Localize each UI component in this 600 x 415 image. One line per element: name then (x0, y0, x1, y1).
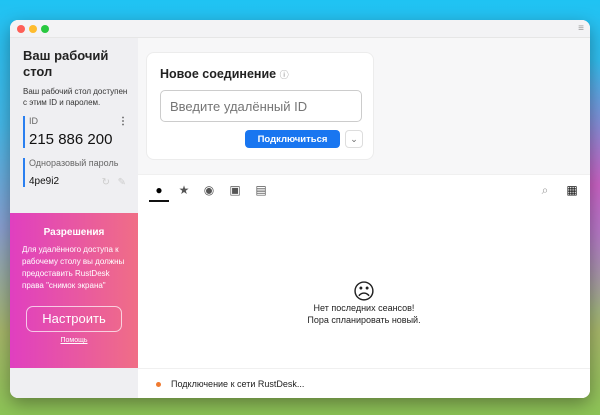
title-bar: ≡ (10, 20, 590, 38)
more-options-icon[interactable]: ⋮ (118, 116, 128, 127)
menu-icon[interactable]: ≡ (578, 23, 584, 34)
new-connection-card: Новое соединение ⓘ Подключиться ⌄ (146, 52, 374, 160)
refresh-icon[interactable]: ↻ (102, 177, 110, 188)
empty-state: ☹ Нет последних сеансов! Пора спланирова… (138, 279, 590, 326)
minimize-window-button[interactable] (29, 25, 37, 33)
app-window: ≡ Ваш рабочий стол Ваш рабочий стол дост… (10, 20, 590, 398)
sad-face-icon: ☹ (352, 279, 376, 304)
close-window-button[interactable] (17, 25, 25, 33)
password-field: Одноразовый пароль 4pe9i2 ↻ ✎ (23, 158, 128, 188)
password-label: Одноразовый пароль (29, 158, 119, 168)
maximize-window-button[interactable] (41, 25, 49, 33)
empty-line-1: Нет последних сеансов! (313, 303, 415, 313)
search-icon[interactable]: ⌕ (538, 183, 552, 197)
empty-line-2: Пора спланировать новый. (307, 315, 421, 325)
password-value[interactable]: 4pe9i2 (29, 176, 128, 187)
grid-view-icon[interactable]: ▦ (565, 183, 579, 197)
permissions-text: Для удалённого доступа к рабочему столу … (22, 245, 125, 290)
compass-icon[interactable]: ◉ (202, 183, 216, 197)
permissions-title: Разрешения (43, 227, 105, 238)
star-icon[interactable]: ★ (177, 183, 191, 197)
connect-options-dropdown[interactable]: ⌄ (345, 130, 363, 148)
id-label: ID (29, 116, 38, 126)
help-link[interactable]: Помощь (10, 337, 138, 344)
help-icon[interactable]: ⓘ (280, 70, 289, 80)
status-text: Подключение к сети RustDesk... (171, 379, 305, 389)
status-dot-icon (156, 382, 161, 388)
configure-button[interactable]: Настроить (26, 306, 122, 332)
new-connection-title: Новое соединение (160, 67, 277, 81)
clock-icon[interactable]: ● (149, 183, 169, 202)
sidebar-description: Ваш рабочий стол доступен с этим ID и па… (23, 87, 128, 107)
contact-icon[interactable]: ▣ (228, 183, 242, 197)
remote-id-input[interactable] (160, 90, 362, 122)
sidebar: Ваш рабочий стол Ваш рабочий стол доступ… (10, 38, 138, 398)
connect-button[interactable]: Подключиться (245, 130, 340, 148)
devices-icon[interactable]: ▤ (254, 183, 268, 197)
edit-icon[interactable]: ✎ (118, 177, 126, 188)
id-field: ID ⋮ 215 886 200 (23, 116, 128, 148)
status-bar: Подключение к сети RustDesk... (138, 368, 590, 398)
permissions-panel: Разрешения Для удалённого доступа к рабо… (10, 213, 138, 368)
id-value[interactable]: 215 886 200 (29, 131, 128, 148)
peer-tabs: ● ★ ◉ ▣ ▤ ⌕ ▦ (138, 174, 590, 206)
sidebar-title: Ваш рабочий стол (23, 48, 109, 79)
main-panel: Новое соединение ⓘ Подключиться ⌄ ● ★ ◉ … (138, 38, 590, 398)
